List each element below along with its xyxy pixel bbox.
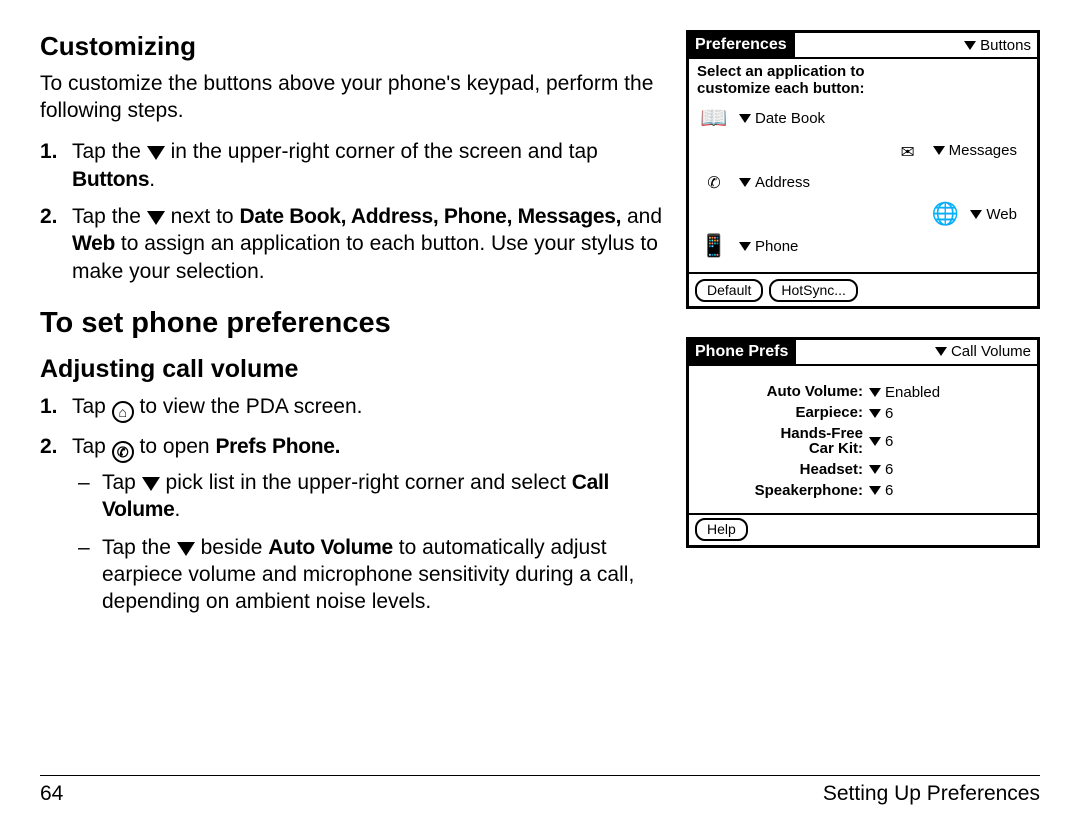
button-assign-dropdown[interactable]: Phone xyxy=(739,238,798,255)
pref-label: Earpiece: xyxy=(699,405,869,421)
button-assign-row: ✉ Messages xyxy=(697,136,1029,166)
palm-footer: Default HotSync... xyxy=(689,272,1037,306)
page-number: 64 xyxy=(40,782,63,806)
palm-title: Preferences xyxy=(689,33,795,59)
step-text: Tap ⌂ to view the PDA screen. xyxy=(72,395,362,418)
home-icon: ⌂ xyxy=(112,401,134,423)
palm-category-dropdown[interactable]: Call Volume xyxy=(935,343,1031,360)
triangle-down-icon xyxy=(869,388,881,397)
step-item: 2. Tap the next to Date Book, Address, P… xyxy=(40,203,664,285)
triangle-down-icon xyxy=(739,114,751,123)
phone-icon: 📱 xyxy=(697,232,731,262)
prefs-icon: ✆ xyxy=(112,441,134,463)
triangle-down-icon xyxy=(970,210,982,219)
triangle-down-icon xyxy=(869,465,881,474)
page-footer: 64 Setting Up Preferences xyxy=(40,775,1040,806)
step-item: 1. Tap ⌂ to view the PDA screen. xyxy=(40,393,664,423)
triangle-down-icon xyxy=(739,178,751,187)
button-assign-dropdown[interactable]: Messages xyxy=(933,142,1017,159)
dropdown-label: Buttons xyxy=(980,37,1031,54)
step-number: 1. xyxy=(40,393,58,420)
triangle-down-icon xyxy=(739,242,751,251)
intro-paragraph: To customize the buttons above your phon… xyxy=(40,70,664,125)
palm-category-dropdown[interactable]: Buttons xyxy=(964,37,1031,54)
triangle-down-icon xyxy=(142,477,160,491)
pref-row: Headset: 6 xyxy=(699,461,1027,478)
steps-volume: 1. Tap ⌂ to view the PDA screen. 2. Tap … xyxy=(40,393,664,615)
palm-header: Preferences Buttons xyxy=(689,33,1037,59)
triangle-down-icon xyxy=(869,486,881,495)
step-item: 2. Tap ✆ to open Prefs Phone. Tap pick l… xyxy=(40,433,664,615)
triangle-down-icon xyxy=(147,211,165,225)
steps-customizing: 1. Tap the in the upper-right corner of … xyxy=(40,138,664,284)
hotsync-button[interactable]: HotSync... xyxy=(769,279,858,302)
step-number: 2. xyxy=(40,433,58,460)
button-assign-dropdown[interactable]: Address xyxy=(739,174,810,191)
triangle-down-icon xyxy=(177,542,195,556)
text-column: Customizing To customize the buttons abo… xyxy=(40,30,664,626)
help-button[interactable]: Help xyxy=(695,518,748,541)
pref-label: Hands-Free Car Kit: xyxy=(699,426,869,458)
button-assign-row: ✆ Address xyxy=(697,168,1029,198)
dropdown-label: Call Volume xyxy=(951,343,1031,360)
button-assign-dropdown[interactable]: Web xyxy=(970,206,1017,223)
default-button[interactable]: Default xyxy=(695,279,763,302)
pref-row: Auto Volume: Enabled xyxy=(699,384,1027,401)
triangle-down-icon xyxy=(935,347,947,356)
button-assign-row: 🌐 Web xyxy=(697,200,1029,230)
step-number: 2. xyxy=(40,203,58,230)
triangle-down-icon xyxy=(869,437,881,446)
pref-value-dropdown[interactable]: 6 xyxy=(869,405,893,422)
pref-value-dropdown[interactable]: 6 xyxy=(869,482,893,499)
palm-screenshot-prefs: Preferences Buttons Select an applicatio… xyxy=(686,30,1040,309)
step-text: Tap the next to Date Book, Address, Phon… xyxy=(72,205,662,283)
substeps-volume: Tap pick list in the upper-right corner … xyxy=(72,469,664,615)
pref-row: Hands-Free Car Kit: 6 xyxy=(699,426,1027,458)
section-name: Setting Up Preferences xyxy=(823,782,1040,806)
palm-title: Phone Prefs xyxy=(689,340,796,366)
substep-item: Tap the beside Auto Volume to automatica… xyxy=(72,534,664,616)
pref-row: Earpiece: 6 xyxy=(699,405,1027,422)
substep-item: Tap pick list in the upper-right corner … xyxy=(72,469,664,524)
step-item: 1. Tap the in the upper-right corner of … xyxy=(40,138,664,193)
pref-value-dropdown[interactable]: 6 xyxy=(869,461,893,478)
triangle-down-icon xyxy=(869,409,881,418)
palm-footer: Help xyxy=(689,513,1037,545)
datebook-icon: 📖 xyxy=(697,104,731,134)
step-text: Tap ✆ to open Prefs Phone. xyxy=(72,435,340,458)
pref-value-dropdown[interactable]: Enabled xyxy=(869,384,940,401)
button-assign-dropdown[interactable]: Date Book xyxy=(739,110,825,127)
button-assign-row: 📱 Phone xyxy=(697,232,1029,262)
pref-label: Auto Volume: xyxy=(699,384,869,400)
web-icon: 🌐 xyxy=(928,200,962,230)
messages-icon: ✉ xyxy=(891,136,925,166)
step-text: Tap the in the upper-right corner of the… xyxy=(72,140,598,190)
triangle-down-icon xyxy=(933,146,945,155)
triangle-down-icon xyxy=(147,146,165,160)
pref-label: Speakerphone: xyxy=(699,483,869,499)
pref-value-dropdown[interactable]: 6 xyxy=(869,433,893,450)
triangle-down-icon xyxy=(964,41,976,50)
heading-set-phone-prefs: To set phone preferences xyxy=(40,305,664,343)
pref-label: Headset: xyxy=(699,462,869,478)
address-icon: ✆ xyxy=(697,168,731,198)
palm-instruction: Select an application to customize each … xyxy=(697,63,1029,98)
pref-row: Speakerphone: 6 xyxy=(699,482,1027,499)
step-number: 1. xyxy=(40,138,58,165)
heading-customizing: Customizing xyxy=(40,30,664,64)
screenshot-column: Preferences Buttons Select an applicatio… xyxy=(686,30,1040,626)
palm-header: Phone Prefs Call Volume xyxy=(689,340,1037,366)
palm-screenshot-phoneprefs: Phone Prefs Call Volume Auto Volume: Ena… xyxy=(686,337,1040,549)
heading-adjusting-volume: Adjusting call volume xyxy=(40,353,664,386)
button-assign-row: 📖 Date Book xyxy=(697,104,1029,134)
